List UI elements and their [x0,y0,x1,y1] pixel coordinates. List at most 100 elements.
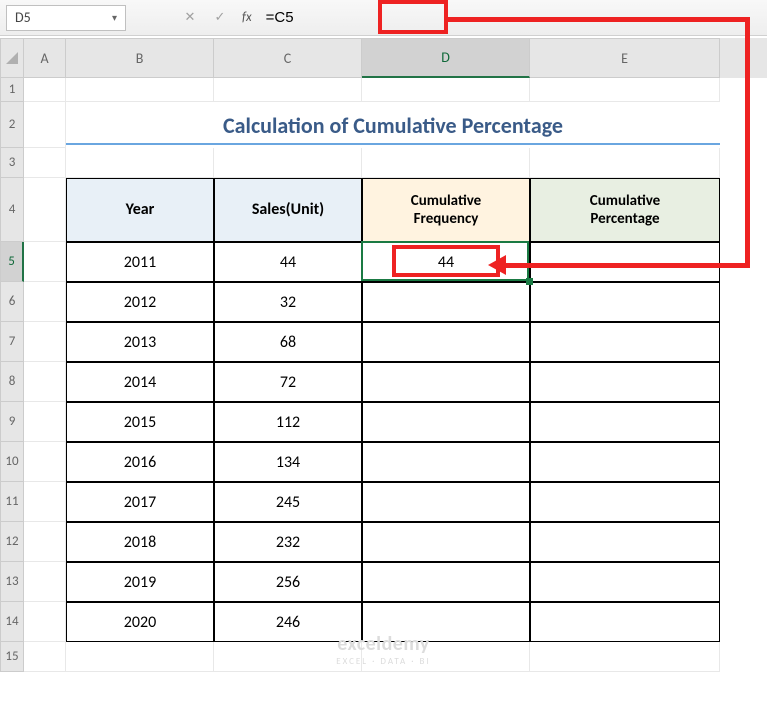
data-year-8[interactable]: 2014 [66,362,214,402]
data-cumfreq-14[interactable] [362,602,530,642]
data-cumpct-12[interactable] [530,522,720,562]
table-header-C[interactable]: Sales(Unit) [214,178,362,242]
cell-A3[interactable] [24,148,66,178]
data-cumfreq-6[interactable] [362,282,530,322]
data-sales-13[interactable]: 256 [214,562,362,602]
data-cumfreq-7[interactable] [362,322,530,362]
data-year-11[interactable]: 2017 [66,482,214,522]
fx-icon[interactable]: fx [242,10,252,25]
data-cumpct-5[interactable] [530,242,720,282]
data-year-9[interactable]: 2015 [66,402,214,442]
data-sales-6[interactable]: 32 [214,282,362,322]
worksheet-grid[interactable]: Calculation of Cumulative Percentage Year… [24,78,767,709]
data-cumpct-7[interactable] [530,322,720,362]
data-cumfreq-12[interactable] [362,522,530,562]
cell-A10[interactable] [24,442,66,482]
cell-B15[interactable] [66,642,214,672]
cell-D3[interactable] [362,148,530,178]
cell-A15[interactable] [24,642,66,672]
formula-input[interactable] [262,5,761,31]
cell-B1[interactable] [66,78,214,102]
data-year-5[interactable]: 2011 [66,242,214,282]
cell-A14[interactable] [24,602,66,642]
cell-C15[interactable] [214,642,362,672]
col-header-C[interactable]: C [214,38,362,78]
data-year-10[interactable]: 2016 [66,442,214,482]
data-cumpct-8[interactable] [530,362,720,402]
data-cumfreq-9[interactable] [362,402,530,442]
cell-E1[interactable] [530,78,720,102]
data-cumpct-9[interactable] [530,402,720,442]
data-cumpct-13[interactable] [530,562,720,602]
data-cumpct-11[interactable] [530,482,720,522]
table-header-B[interactable]: Year [66,178,214,242]
row-header-3[interactable]: 3 [0,148,24,178]
row-header-11[interactable]: 11 [0,482,24,522]
col-header-D[interactable]: D [362,38,530,78]
cell-A8[interactable] [24,362,66,402]
data-year-6[interactable]: 2012 [66,282,214,322]
cell-E15[interactable] [530,642,720,672]
data-sales-7[interactable]: 68 [214,322,362,362]
data-cumfreq-11[interactable] [362,482,530,522]
row-header-12[interactable]: 12 [0,522,24,562]
cell-B3[interactable] [66,148,214,178]
table-header-D[interactable]: Cumulative Frequency [362,178,530,242]
cell-A6[interactable] [24,282,66,322]
data-cumpct-10[interactable] [530,442,720,482]
data-sales-5[interactable]: 44 [214,242,362,282]
row-header-15[interactable]: 15 [0,642,24,672]
select-all-button[interactable] [0,38,24,78]
row-header-7[interactable]: 7 [0,322,24,362]
data-cumfreq-8[interactable] [362,362,530,402]
data-cumpct-6[interactable] [530,282,720,322]
cell-C1[interactable] [214,78,362,102]
row-header-14[interactable]: 14 [0,602,24,642]
col-header-A[interactable]: A [24,38,66,78]
cell-D15[interactable] [362,642,530,672]
fill-handle[interactable] [526,278,533,285]
cell-A12[interactable] [24,522,66,562]
name-box[interactable]: D5 ▾ [6,5,126,31]
row-header-13[interactable]: 13 [0,562,24,602]
title-cell[interactable]: Calculation of Cumulative Percentage [66,102,720,148]
data-sales-9[interactable]: 112 [214,402,362,442]
col-header-E[interactable]: E [530,38,720,78]
cell-E3[interactable] [530,148,720,178]
data-year-12[interactable]: 2018 [66,522,214,562]
row-header-8[interactable]: 8 [0,362,24,402]
cell-A4[interactable] [24,178,66,242]
col-header-B[interactable]: B [66,38,214,78]
data-cumfreq-13[interactable] [362,562,530,602]
cell-A11[interactable] [24,482,66,522]
cell-A7[interactable] [24,322,66,362]
data-year-14[interactable]: 2020 [66,602,214,642]
data-sales-11[interactable]: 245 [214,482,362,522]
data-year-13[interactable]: 2019 [66,562,214,602]
data-sales-8[interactable]: 72 [214,362,362,402]
row-header-4[interactable]: 4 [0,178,24,242]
cell-A1[interactable] [24,78,66,102]
cell-A2[interactable] [24,102,66,148]
data-sales-14[interactable]: 246 [214,602,362,642]
data-sales-12[interactable]: 232 [214,522,362,562]
name-box-dropdown-icon[interactable]: ▾ [112,11,117,24]
data-cumpct-14[interactable] [530,602,720,642]
cell-A9[interactable] [24,402,66,442]
cell-A13[interactable] [24,562,66,602]
data-year-7[interactable]: 2013 [66,322,214,362]
row-header-5[interactable]: 5 [0,242,24,282]
cell-A5[interactable] [24,242,66,282]
cell-D1[interactable] [362,78,530,102]
table-header-E[interactable]: Cumulative Percentage [530,178,720,242]
enter-icon[interactable]: ✓ [206,5,234,31]
data-sales-10[interactable]: 134 [214,442,362,482]
cancel-icon[interactable]: ✕ [176,5,204,31]
cell-C3[interactable] [214,148,362,178]
row-header-9[interactable]: 9 [0,402,24,442]
row-header-2[interactable]: 2 [0,102,24,148]
data-cumfreq-10[interactable] [362,442,530,482]
row-header-1[interactable]: 1 [0,78,24,102]
row-header-6[interactable]: 6 [0,282,24,322]
row-header-10[interactable]: 10 [0,442,24,482]
